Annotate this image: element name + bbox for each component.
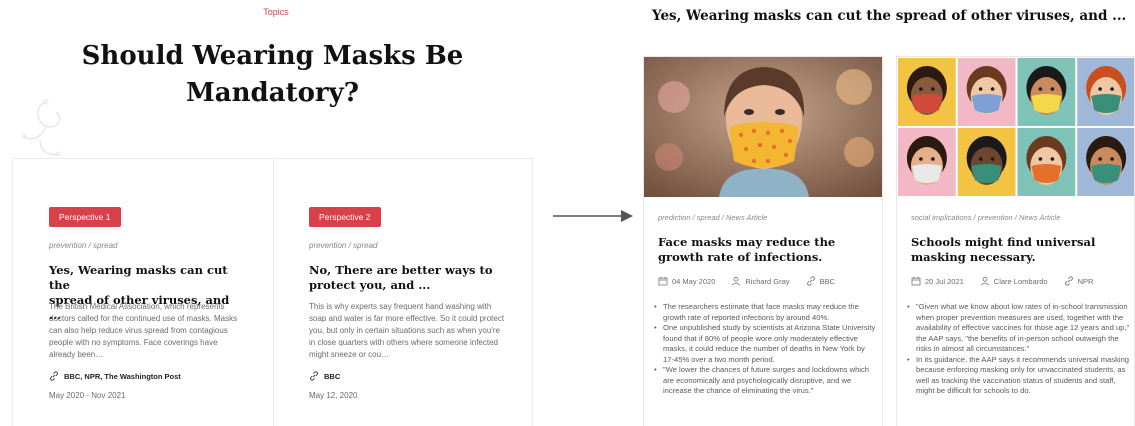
article-meta: prediction / spread / News Article (658, 213, 768, 222)
article-source[interactable]: BBC (820, 277, 835, 286)
user-icon (732, 276, 741, 286)
article-author: Richard Gray (745, 276, 790, 286)
article-title-line1: Face masks may reduce the (658, 235, 836, 249)
perspective-title-line1: Yes, Wearing masks can cut the (49, 263, 228, 292)
article-title-line1: Schools might find universal (911, 235, 1096, 249)
key-point: One unpublished study by scientists at A… (653, 323, 877, 365)
calendar-icon (658, 277, 668, 286)
perspective-title-line2: protect you, and ... (309, 278, 431, 292)
perspective-badge: Perspective 1 (49, 207, 121, 227)
link-icon (50, 371, 58, 381)
article-date: 04 May 2020 (672, 276, 716, 286)
article-card-2[interactable]: social implications / prevention / News … (896, 56, 1135, 426)
page-title-line2: Mandatory? (186, 78, 359, 108)
key-point: "We lower the chances of future surges a… (653, 365, 877, 397)
article-title[interactable]: Schools might find universal masking nec… (911, 235, 1126, 265)
article-image-children-masks (897, 57, 1134, 197)
article-date: 20 Jul 2021 (925, 276, 964, 286)
article-card-1[interactable]: prediction / spread / News Article Face … (643, 56, 883, 426)
article-key-points: The researchers estimate that face masks… (653, 302, 877, 397)
article-image-woman-mask (644, 57, 882, 197)
perspective-card-1[interactable]: Perspective 1 prevention / spread Yes, W… (12, 158, 274, 426)
perspective-detail-title: Yes, Wearing masks can cut the spread of… (652, 8, 1127, 24)
perspective-sources: BBC (309, 371, 340, 381)
perspective-badge: Perspective 2 (309, 207, 381, 227)
perspective-title-line1: No, There are better ways to (309, 263, 493, 277)
article-info: 20 Jul 2021 Clare Lombardo NPR (911, 276, 1093, 286)
perspective-date-range: May 2020 - Nov 2021 (49, 391, 126, 400)
perspective-sources-text: BBC, NPR, The Washington Post (64, 371, 181, 381)
perspective-summary: The British Medical Association, which r… (49, 302, 238, 359)
article-author: Clare Lombardo (993, 276, 1048, 286)
perspective-date-range: May 12, 2020 (309, 391, 358, 400)
perspective-sources: BBC, NPR, The Washington Post (49, 371, 181, 381)
page-title-line1: Should Wearing Masks Be (81, 41, 464, 71)
key-point: In its guidance, the AAP says it recomme… (906, 355, 1130, 397)
calendar-icon (911, 277, 921, 286)
perspective-card-2[interactable]: Perspective 2 prevention / spread No, Th… (273, 158, 533, 426)
link-icon (1064, 276, 1073, 286)
link-icon (806, 276, 815, 286)
perspective-tags: prevention / spread (309, 241, 378, 250)
perspective-sources-text: BBC (324, 371, 341, 381)
transition-arrow-icon (553, 210, 633, 222)
perspective-title[interactable]: No, There are better ways to protect you… (309, 263, 504, 293)
topic-page: Topics Should Wearing Masks Be Mandatory… (0, 0, 552, 426)
article-title-line2: masking necessary. (911, 250, 1036, 264)
article-info: 04 May 2020 Richard Gray BBC (658, 276, 835, 286)
perspective-tags: prevention / spread (49, 241, 118, 250)
user-icon (980, 276, 989, 286)
perspective-summary: This is why experts say frequent hand wa… (309, 302, 505, 359)
article-title[interactable]: Face masks may reduce the growth rate of… (658, 235, 873, 265)
article-title-line2: growth rate of infections. (658, 250, 823, 264)
article-source[interactable]: NPR (1078, 277, 1094, 286)
topics-link[interactable]: Topics (0, 7, 552, 17)
key-point: The researchers estimate that face masks… (653, 302, 877, 323)
decorative-swirl-icon (21, 99, 61, 157)
article-meta: social implications / prevention / News … (911, 213, 1061, 222)
key-point: "Given what we know about low rates of i… (906, 302, 1130, 355)
article-key-points: "Given what we know about low rates of i… (906, 302, 1130, 397)
link-icon (310, 371, 318, 381)
page-title: Should Wearing Masks Be Mandatory? (0, 38, 545, 112)
